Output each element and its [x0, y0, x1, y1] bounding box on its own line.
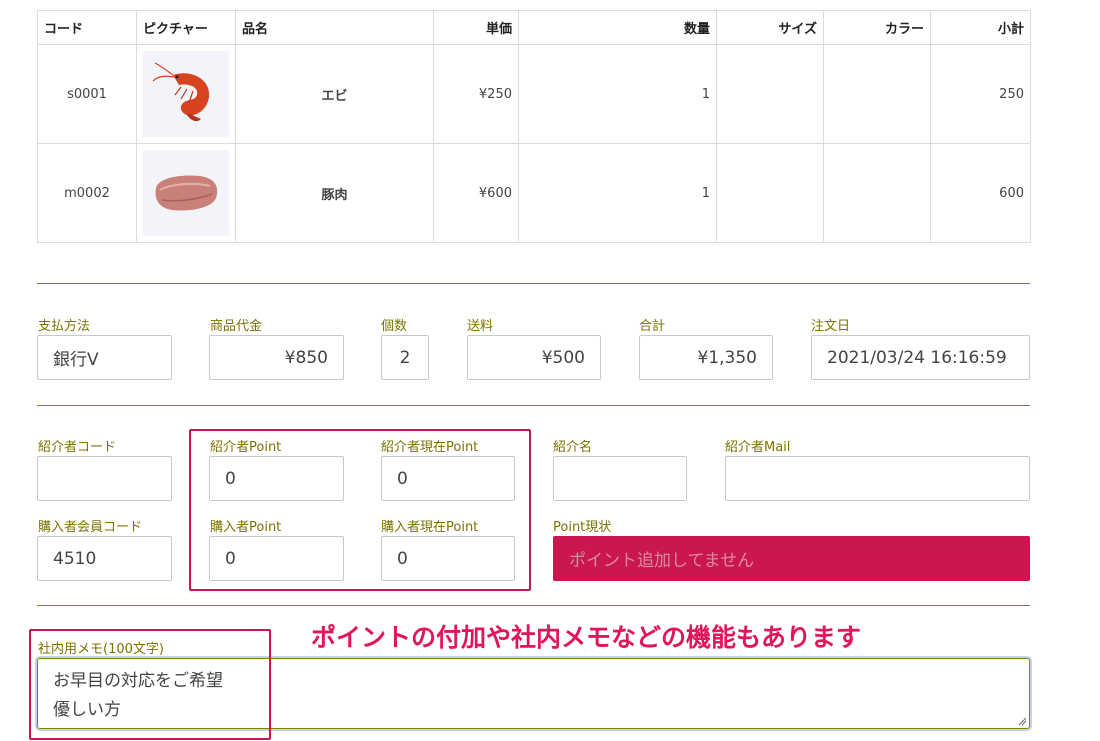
cell-color [823, 44, 931, 144]
col-header-color: カラー [823, 10, 931, 45]
cell-color [823, 143, 931, 243]
col-header-code: コード [37, 10, 137, 45]
cell-code: m0002 [37, 143, 137, 243]
cell-size [716, 143, 824, 243]
point-status-field[interactable]: ポイント追加してません [553, 536, 1030, 581]
pork-photo[interactable] [143, 150, 229, 236]
referrer-mail-label: 紹介者Mail [725, 440, 791, 455]
feature-annotation: ポイントの付加や社内メモなどの機能もあります [311, 623, 862, 652]
col-header-subtotal: 小計 [930, 10, 1031, 45]
table-row: m0002 豚肉 ¥600 1 600 [37, 143, 1031, 243]
cell-qty: 1 [518, 44, 717, 144]
cell-name[interactable]: エビ [235, 44, 434, 144]
shrimp-icon [152, 62, 210, 122]
cell-subtotal: 250 [930, 44, 1031, 144]
order-items-table: コード ピクチャー 品名 単価 数量 サイズ カラー 小計 s0001 エビ ¥… [37, 10, 1031, 243]
cell-size [716, 44, 824, 144]
shrimp-photo[interactable] [143, 51, 229, 137]
order-date-label: 注文日 [811, 319, 851, 334]
referrer-mail-field[interactable] [725, 456, 1030, 501]
goods-amount-label: 商品代金 [210, 319, 263, 334]
order-date-field[interactable]: 2021/03/24 16:16:59 [811, 335, 1030, 380]
goods-amount-field[interactable]: ¥850 [209, 335, 344, 380]
resize-handle-icon[interactable] [1018, 717, 1027, 726]
cell-picture [136, 44, 236, 144]
divider [37, 405, 1030, 406]
point-status-label: Point現状 [553, 520, 612, 535]
item-count-label: 個数 [381, 319, 408, 334]
buyer-member-code-label: 購入者会員コード [38, 520, 143, 535]
cell-price: ¥250 [433, 44, 519, 144]
shipping-label: 送料 [467, 319, 494, 334]
payment-method-label: 支払方法 [38, 319, 91, 334]
divider [37, 605, 1030, 606]
cell-subtotal: 600 [930, 143, 1031, 243]
referrer-code-field[interactable] [37, 456, 172, 501]
col-header-qty: 数量 [518, 10, 717, 45]
referrer-name-label: 紹介名 [553, 440, 593, 455]
cell-qty: 1 [518, 143, 717, 243]
cell-code: s0001 [37, 44, 137, 144]
referrer-code-label: 紹介者コード [38, 440, 117, 455]
cell-name[interactable]: 豚肉 [235, 143, 434, 243]
referrer-name-field[interactable] [553, 456, 687, 501]
col-header-price: 単価 [433, 10, 519, 45]
points-highlight-frame [189, 429, 531, 591]
table-header-row: コード ピクチャー 品名 単価 数量 サイズ カラー 小計 [37, 10, 1031, 45]
shipping-field[interactable]: ¥500 [467, 335, 601, 380]
buyer-member-code-field[interactable]: 4510 [37, 536, 172, 581]
col-header-name: 品名 [235, 10, 434, 45]
payment-method-field[interactable]: 銀行V [37, 335, 172, 380]
divider [37, 283, 1030, 284]
table-row: s0001 エビ ¥250 1 250 [37, 44, 1031, 144]
col-header-picture: ピクチャー [136, 10, 236, 45]
item-count-field[interactable]: 2 [381, 335, 429, 380]
pork-icon [155, 175, 218, 211]
total-field[interactable]: ¥1,350 [639, 335, 773, 380]
memo-highlight-frame [29, 629, 271, 740]
cell-picture [136, 143, 236, 243]
cell-price: ¥600 [433, 143, 519, 243]
col-header-size: サイズ [716, 10, 824, 45]
total-label: 合計 [639, 319, 666, 334]
